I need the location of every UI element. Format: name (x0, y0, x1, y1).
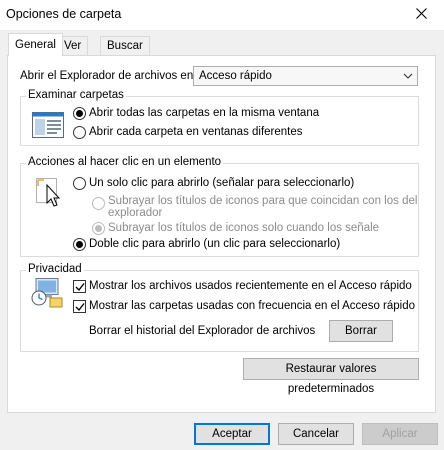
radio-label: Un solo clic para abrirlo (señalar para … (89, 177, 355, 189)
tab-label: Buscar (107, 40, 143, 52)
accept-button[interactable]: Aceptar (194, 423, 270, 445)
restore-defaults-button[interactable]: Restaurar valores predeterminados (243, 358, 419, 395)
radio-single-click[interactable] (73, 177, 86, 190)
radio-double-click[interactable] (73, 238, 86, 251)
radio-underline-browser[interactable] (92, 197, 105, 210)
checkbox-frequent-folders[interactable] (73, 300, 86, 313)
group-title: Examinar carpetas (26, 89, 126, 101)
tab-general[interactable]: General (8, 33, 63, 56)
clear-button[interactable]: Borrar (329, 320, 393, 342)
group-title: Privacidad (26, 263, 84, 275)
close-button[interactable] (398, 0, 444, 30)
dropdown-value: Acceso rápido (199, 70, 272, 82)
open-explorer-dropdown[interactable]: Acceso rápido (193, 66, 418, 86)
clear-history-label: Borrar el historial del Explorador de ar… (89, 325, 316, 337)
checkbox-label: Mostrar las carpetas usadas con frecuenc… (89, 300, 416, 312)
cursor-icon (36, 178, 64, 211)
checkbox-label: Mostrar los archivos usados recientement… (89, 280, 412, 292)
radio-underline-hover[interactable] (92, 222, 105, 235)
radio-label-continued: explorador (108, 207, 163, 219)
tab-label: General (15, 39, 56, 51)
cancel-button[interactable]: Cancelar (278, 423, 354, 445)
window-title: Opciones de carpeta (6, 7, 122, 21)
radio-label: Doble clic para abrirlo (un clic para se… (89, 238, 341, 250)
close-icon (415, 8, 427, 22)
open-explorer-label: Abrir el Explorador de archivos en: (20, 70, 197, 82)
radio-same-window[interactable] (73, 107, 86, 120)
privacy-icon (30, 278, 64, 311)
tab-search[interactable]: Buscar (100, 36, 150, 55)
chevron-down-icon (403, 67, 413, 91)
tab-label: Ver (64, 40, 82, 52)
radio-label: Subrayar los títulos de iconos solo cuan… (108, 222, 380, 234)
radio-label: Subrayar los títulos de iconos para que … (108, 195, 418, 207)
radio-label: Abrir todas las carpetas en la misma ven… (89, 107, 320, 119)
title-bar: Opciones de carpeta (0, 0, 444, 30)
radio-different-windows[interactable] (73, 126, 86, 139)
apply-button[interactable]: Aplicar (362, 423, 438, 445)
radio-label: Abrir cada carpeta en ventanas diferente… (89, 126, 303, 138)
window-icon (32, 112, 64, 141)
group-title: Acciones al hacer clic en un elemento (26, 156, 224, 168)
checkbox-recent-files[interactable] (73, 280, 86, 293)
